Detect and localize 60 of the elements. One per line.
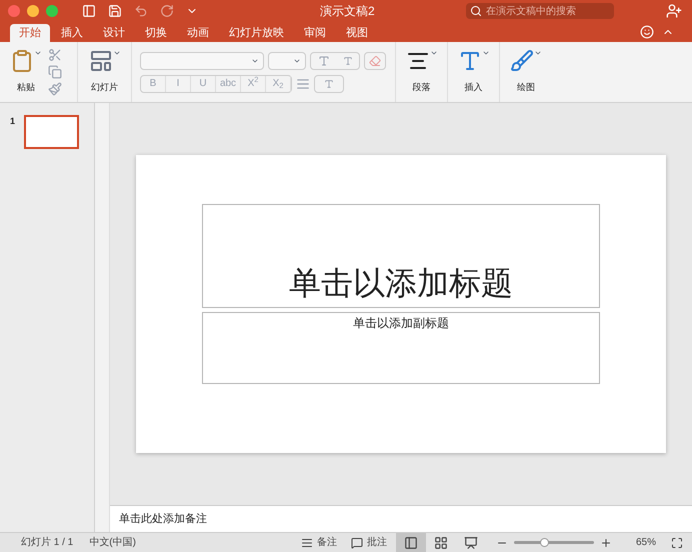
comments-button[interactable]: 批注: [350, 535, 387, 550]
ribbon-tab[interactable]: 插入: [52, 24, 92, 42]
font-size-field[interactable]: [268, 52, 306, 70]
slide-thumbnail[interactable]: [24, 115, 80, 149]
shrink-font-icon: [342, 56, 352, 66]
save-icon[interactable]: [108, 4, 122, 18]
view-button[interactable]: [396, 533, 426, 552]
notes-field[interactable]: 单击此处添加备注: [119, 510, 207, 528]
share-icon[interactable]: [666, 3, 682, 19]
format-button[interactable]: X$^{2}$: [241, 76, 266, 92]
ribbon-tab[interactable]: 动画: [178, 24, 218, 42]
zoom-thumb[interactable]: [540, 538, 550, 547]
layout-icon: [88, 49, 112, 74]
ribbon-tab[interactable]: 幻灯片放映: [220, 24, 293, 42]
normal-view-icon: [404, 536, 418, 550]
notes-button[interactable]: 备注: [300, 535, 337, 550]
zoom-percent: 65%: [636, 536, 656, 550]
zoom-button[interactable]: [46, 5, 58, 17]
font-size-buttons[interactable]: [310, 52, 360, 70]
smiley-icon[interactable]: [640, 25, 654, 39]
subtitle-placeholder[interactable]: 单击以添加副标题: [202, 312, 600, 384]
format-button[interactable]: X$_{2}$: [266, 76, 291, 92]
spacing-icon[interactable]: [296, 76, 310, 90]
comment-icon: [350, 536, 363, 548]
clipboard-icon: [10, 49, 34, 74]
scissors-icon[interactable]: [48, 48, 62, 62]
slide-number: 1: [10, 115, 16, 128]
font-color-icon[interactable]: [314, 74, 344, 92]
zoom-slider[interactable]: [514, 541, 594, 544]
paste-button[interactable]: 粘贴: [8, 42, 44, 102]
search-icon: [470, 5, 482, 17]
ribbon-tab[interactable]: 视图: [337, 24, 377, 42]
ribbon-tab[interactable]: 切换: [136, 24, 176, 42]
window-title: 演示文稿2: [320, 3, 375, 20]
grid-icon: [434, 536, 448, 550]
sidebar-icon[interactable]: [82, 4, 96, 18]
paragraph-button[interactable]: 段落: [396, 42, 448, 102]
language-label: 中文(中国): [89, 536, 136, 550]
presentation-icon: [464, 536, 478, 550]
copy-icon[interactable]: [48, 65, 62, 79]
slide-count: 幻灯片 1 / 1: [21, 536, 74, 550]
slide-layout-button[interactable]: 幻灯片: [78, 42, 132, 102]
fit-window-icon[interactable]: [671, 536, 683, 548]
format-button[interactable]: I: [166, 76, 191, 92]
ribbon-tab[interactable]: 开始: [10, 24, 50, 42]
zoom-in-icon[interactable]: [600, 536, 612, 548]
ribbon-tab[interactable]: 审阅: [295, 24, 335, 42]
minimize-button[interactable]: [27, 5, 39, 17]
font-name-field[interactable]: [140, 52, 264, 70]
draw-button[interactable]: 绘图: [500, 42, 552, 102]
notes-icon: [300, 536, 313, 548]
search-field[interactable]: 在演示文稿中的搜索: [466, 3, 614, 19]
brush-icon: [510, 49, 534, 74]
grow-font-icon: [318, 54, 330, 66]
insert-button[interactable]: 插入: [448, 42, 500, 102]
ribbon-tab[interactable]: 设计: [94, 24, 134, 42]
close-button[interactable]: [8, 5, 20, 17]
brush-icon[interactable]: [48, 82, 62, 96]
clear-format-icon[interactable]: [364, 52, 386, 70]
title-placeholder[interactable]: 单击以添加标题: [202, 204, 600, 308]
